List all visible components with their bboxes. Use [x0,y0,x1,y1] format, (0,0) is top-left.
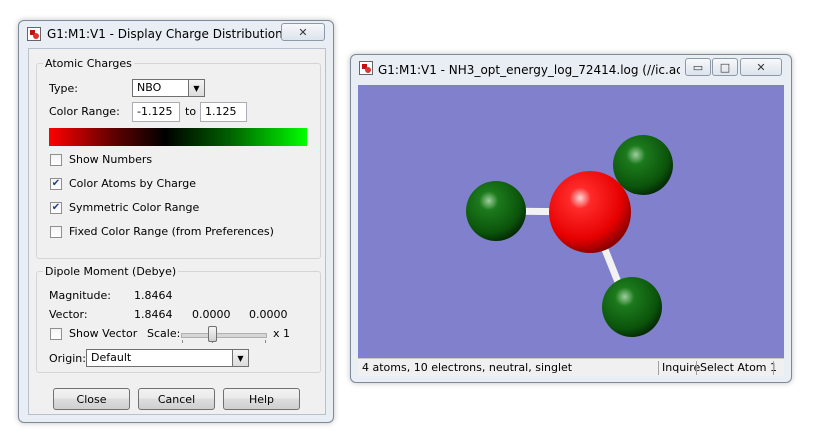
cancel-button[interactable]: Cancel [138,388,215,410]
fixed-color-range-checkbox[interactable] [50,226,62,238]
maximize-icon: □ [719,60,731,74]
symmetric-color-range-label[interactable]: Symmetric Color Range [69,201,199,214]
fixed-color-range-label[interactable]: Fixed Color Range (from Preferences) [69,225,274,238]
magnitude-label: Magnitude: [49,289,111,302]
charge-dialog-window: G1:M1:V1 - Display Charge Distribution ✕… [18,20,334,423]
color-range-max-value: 1.125 [205,105,237,118]
show-vector-checkbox[interactable] [50,328,62,340]
status-separator [773,361,774,375]
hydrogen-atom-top[interactable] [613,135,673,195]
hydrogen-atom-left[interactable] [466,181,526,241]
charge-type-select[interactable]: NBO ▼ [132,79,205,97]
hydrogen-atom-bottom[interactable] [602,277,662,337]
color-atoms-by-charge-checkbox[interactable]: ✔ [50,178,62,190]
help-button-label: Help [248,392,275,406]
checkmark-icon: ✔ [51,202,61,213]
status-separator [658,361,659,375]
scale-slider-tick [265,340,266,343]
nitrogen-atom[interactable] [549,171,631,253]
magnitude-value: 1.8464 [134,289,173,302]
molecule-viewport[interactable] [358,85,784,358]
charge-dialog-close-button[interactable]: ✕ [281,23,325,41]
atomic-charges-group-label: Atomic Charges [43,57,134,70]
viewer-title: G1:M1:V1 - NH3_opt_energy_log_72414.log … [378,63,680,77]
charge-type-value: NBO [137,81,162,94]
color-range-min-value: -1.125 [137,105,173,118]
status-action: Select Atom 1 [700,361,778,374]
chevron-down-icon[interactable]: ▼ [188,80,204,96]
close-button-label: Close [76,392,107,406]
color-atoms-by-charge-label[interactable]: Color Atoms by Charge [69,177,196,190]
origin-value: Default [91,351,132,364]
checkmark-icon: ✔ [51,178,61,189]
maximize-button[interactable]: □ [712,58,738,76]
scale-slider-tick [182,340,183,343]
scale-label: Scale: [147,327,181,340]
vector-z-value: 0.0000 [249,308,288,321]
show-numbers-label[interactable]: Show Numbers [69,153,152,166]
close-button[interactable]: Close [53,388,130,410]
show-numbers-checkbox[interactable] [50,154,62,166]
status-info: 4 atoms, 10 electrons, neutral, singlet [362,361,573,374]
type-label: Type: [49,82,78,95]
scale-slider-thumb[interactable] [208,326,217,342]
scale-slider-track[interactable] [181,333,267,338]
symmetric-color-range-checkbox[interactable]: ✔ [50,202,62,214]
molecule-render[interactable] [358,85,784,358]
molecule-viewer-window: G1:M1:V1 - NH3_opt_energy_log_72414.log … [350,54,792,383]
origin-select[interactable]: Default ▼ [86,349,249,367]
gaussview-app-icon[interactable] [359,61,373,75]
color-range-label: Color Range: [49,105,120,118]
gaussview-app-icon[interactable] [27,27,41,41]
dipole-moment-group-label: Dipole Moment (Debye) [43,265,179,278]
charge-dialog-body: Atomic Charges Type: NBO ▼ Color Range: … [28,48,326,415]
vector-y-value: 0.0000 [192,308,231,321]
cancel-button-label: Cancel [157,392,196,406]
viewer-close-button[interactable]: ✕ [740,58,782,76]
vector-label: Vector: [49,308,88,321]
scale-suffix-label: x 1 [273,327,291,340]
status-mode: Inquire [662,361,701,374]
charge-dialog-title: G1:M1:V1 - Display Charge Distribution [47,27,283,41]
color-range-min-input[interactable]: -1.125 [132,102,180,122]
chevron-down-icon[interactable]: ▼ [232,350,248,366]
close-icon: ✕ [298,25,308,39]
charge-color-gradient-bar [49,128,307,146]
help-button[interactable]: Help [223,388,300,410]
color-range-to-label: to [185,105,197,118]
show-vector-label[interactable]: Show Vector [69,327,137,340]
viewer-statusbar: 4 atoms, 10 electrons, neutral, singlet … [358,358,784,376]
origin-label: Origin: [49,352,86,365]
vector-x-value: 1.8464 [134,308,173,321]
status-separator [696,361,697,375]
minimize-icon: ▭ [692,60,704,74]
close-icon: ✕ [756,60,766,74]
color-range-max-input[interactable]: 1.125 [200,102,247,122]
charge-dialog-titlebar[interactable]: G1:M1:V1 - Display Charge Distribution ✕ [19,21,333,47]
minimize-button[interactable]: ▭ [685,58,711,76]
viewer-titlebar[interactable]: G1:M1:V1 - NH3_opt_energy_log_72414.log … [351,55,791,81]
